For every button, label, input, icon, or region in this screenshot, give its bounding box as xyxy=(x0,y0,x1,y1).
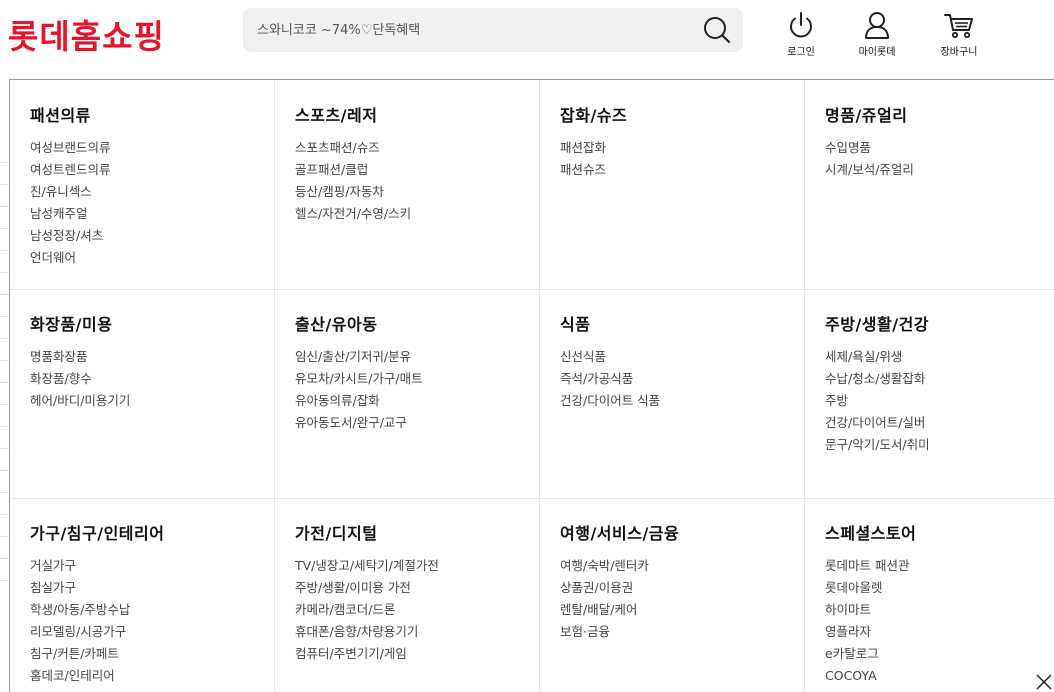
category-link[interactable]: 화장품/향수 xyxy=(30,368,274,390)
category-digital: 가전/디지털 TV/냉장고/세탁기/계절가전 주방/생활/이미용 가전 카메라/… xyxy=(275,498,539,692)
header: 롯데홈쇼핑 로그인 마이롯데 장바구니 xyxy=(0,0,1054,79)
category-title[interactable]: 화장품/미용 xyxy=(30,311,274,335)
category-link[interactable]: TV/냉장고/세탁기/계절가전 xyxy=(295,555,539,577)
category-baby: 출산/유아동 임신/출산/기저귀/분유 유모차/카시트/가구/매트 유아동의류/… xyxy=(275,289,539,497)
category-fashion: 패션의류 여성브랜드의류 여성트렌드의류 진/유니섹스 남성캐주얼 남성정장/셔… xyxy=(10,80,274,288)
category-title[interactable]: 스포츠/레저 xyxy=(295,102,539,126)
category-link[interactable]: 남성정장/셔츠 xyxy=(30,225,274,247)
category-special-store: 스페셜스토어 롯데마트 패션관 롯데아울렛 하이마트 영플라자 e카탈로그 CO… xyxy=(805,498,1054,692)
search-bar xyxy=(243,8,743,52)
category-link[interactable]: 남성캐주얼 xyxy=(30,203,274,225)
category-goods: 잡화/슈즈 패션잡화 패션슈즈 xyxy=(540,80,804,288)
category-title[interactable]: 패션의류 xyxy=(30,102,274,126)
login-button[interactable]: 로그인 xyxy=(771,10,831,60)
logo[interactable]: 롯데홈쇼핑 xyxy=(8,10,165,58)
category-link[interactable]: 컴퓨터/주변기기/게임 xyxy=(295,643,539,665)
cart-label: 장바구니 xyxy=(940,47,978,58)
category-menu: 패션의류 여성브랜드의류 여성트렌드의류 진/유니섹스 남성캐주얼 남성정장/셔… xyxy=(9,79,1054,692)
category-link[interactable]: 롯데아울렛 xyxy=(825,577,1054,599)
category-link[interactable]: 주방 xyxy=(825,390,1054,412)
category-link[interactable]: 신선식품 xyxy=(560,346,804,368)
category-title[interactable]: 스페셜스토어 xyxy=(825,520,1054,544)
user-icon xyxy=(865,12,889,39)
category-link[interactable]: 진/유니섹스 xyxy=(30,181,274,203)
category-title[interactable]: 여행/서비스/금융 xyxy=(560,520,804,544)
category-travel: 여행/서비스/금융 여행/숙박/렌터카 상품권/이용권 렌탈/배달/케어 보험·… xyxy=(540,498,804,692)
category-link[interactable]: 스포츠패션/슈즈 xyxy=(295,137,539,159)
category-link[interactable]: 수납/청소/생활잡화 xyxy=(825,368,1054,390)
category-link[interactable]: 유모차/카시트/가구/매트 xyxy=(295,368,539,390)
category-link[interactable]: 헤어/바디/미용기기 xyxy=(30,390,274,412)
category-link[interactable]: 주방/생활/이미용 가전 xyxy=(295,577,539,599)
category-title[interactable]: 출산/유아동 xyxy=(295,311,539,335)
category-food: 식품 신선식품 즉석/가공식품 건강/다이어트 식품 xyxy=(540,289,804,497)
category-link[interactable]: 리모델링/시공가구 xyxy=(30,621,274,643)
category-title[interactable]: 식품 xyxy=(560,311,804,335)
category-link[interactable]: 침구/커튼/카페트 xyxy=(30,643,274,665)
category-link[interactable]: 상품권/이용권 xyxy=(560,577,804,599)
mylotte-label: 마이롯데 xyxy=(858,47,896,58)
power-icon xyxy=(790,12,812,38)
category-link[interactable]: 카메라/캠코더/드론 xyxy=(295,599,539,621)
category-link[interactable]: 시계/보석/쥬얼리 xyxy=(825,159,1054,181)
mylotte-button[interactable]: 마이롯데 xyxy=(847,10,907,60)
category-link[interactable]: 명품화장품 xyxy=(30,346,274,368)
category-link[interactable]: 여성브랜드의류 xyxy=(30,137,274,159)
category-link[interactable]: 임신/출산/기저귀/분유 xyxy=(295,346,539,368)
category-link[interactable]: 학생/아동/주방수납 xyxy=(30,599,274,621)
category-link[interactable]: 거실가구 xyxy=(30,555,274,577)
category-luxury: 명품/쥬얼리 수입명품 시계/보석/쥬얼리 xyxy=(805,80,1054,288)
close-icon[interactable] xyxy=(1036,674,1052,690)
category-link[interactable]: 영플라자 xyxy=(825,621,1054,643)
left-edge-strip xyxy=(0,80,9,692)
category-link[interactable]: 등산/캠핑/자동차 xyxy=(295,181,539,203)
category-link[interactable]: 건강/다이어트/실버 xyxy=(825,412,1054,434)
category-sports: 스포츠/레저 스포츠패션/슈즈 골프패션/클럽 등산/캠핑/자동차 헬스/자전거… xyxy=(275,80,539,288)
login-label: 로그인 xyxy=(787,47,815,58)
cart-icon xyxy=(944,14,973,39)
category-furniture: 가구/침구/인테리어 거실가구 침실가구 학생/아동/주방수납 리모델링/시공가… xyxy=(10,498,274,692)
category-link[interactable]: 홈데코/인테리어 xyxy=(30,665,274,687)
category-link[interactable]: 헬스/자전거/수영/스키 xyxy=(295,203,539,225)
category-link[interactable]: 수입명품 xyxy=(825,137,1054,159)
category-link[interactable]: e카탈로그 xyxy=(825,643,1054,665)
category-title[interactable]: 명품/쥬얼리 xyxy=(825,102,1054,126)
category-link[interactable]: 침실가구 xyxy=(30,577,274,599)
category-link[interactable]: 하이마트 xyxy=(825,599,1054,621)
category-link[interactable]: 즉석/가공식품 xyxy=(560,368,804,390)
search-input[interactable] xyxy=(257,8,687,52)
category-link[interactable]: 패션슈즈 xyxy=(560,159,804,181)
category-title[interactable]: 잡화/슈즈 xyxy=(560,102,804,126)
category-link[interactable]: 건강/다이어트 식품 xyxy=(560,390,804,412)
cart-button[interactable]: 장바구니 xyxy=(929,10,989,60)
category-link[interactable]: 렌탈/배달/케어 xyxy=(560,599,804,621)
category-link[interactable]: 문구/악기/도서/취미 xyxy=(825,434,1054,456)
category-link[interactable]: 유아동도서/완구/교구 xyxy=(295,412,539,434)
category-link[interactable]: 여행/숙박/렌터카 xyxy=(560,555,804,577)
category-beauty: 화장품/미용 명품화장품 화장품/향수 헤어/바디/미용기기 xyxy=(10,289,274,497)
category-link[interactable]: 보험·금융 xyxy=(560,621,804,643)
category-link[interactable]: 골프패션/클럽 xyxy=(295,159,539,181)
category-link[interactable]: 유아동의류/잡화 xyxy=(295,390,539,412)
category-link[interactable]: 휴대폰/음향/차량용기기 xyxy=(295,621,539,643)
category-living: 주방/생활/건강 세제/욕실/위생 수납/청소/생활잡화 주방 건강/다이어트/… xyxy=(805,289,1054,497)
category-title[interactable]: 가전/디지털 xyxy=(295,520,539,544)
search-icon[interactable] xyxy=(701,14,733,46)
category-title[interactable]: 가구/침구/인테리어 xyxy=(30,520,274,544)
category-link[interactable]: 패션잡화 xyxy=(560,137,804,159)
category-link[interactable]: 여성트렌드의류 xyxy=(30,159,274,181)
category-link[interactable]: 롯데마트 패션관 xyxy=(825,555,1054,577)
category-title[interactable]: 주방/생활/건강 xyxy=(825,311,1054,335)
category-link[interactable]: COCOYA xyxy=(825,665,1054,687)
category-link[interactable]: 언더웨어 xyxy=(30,247,274,269)
category-link[interactable]: 세제/욕실/위생 xyxy=(825,346,1054,368)
